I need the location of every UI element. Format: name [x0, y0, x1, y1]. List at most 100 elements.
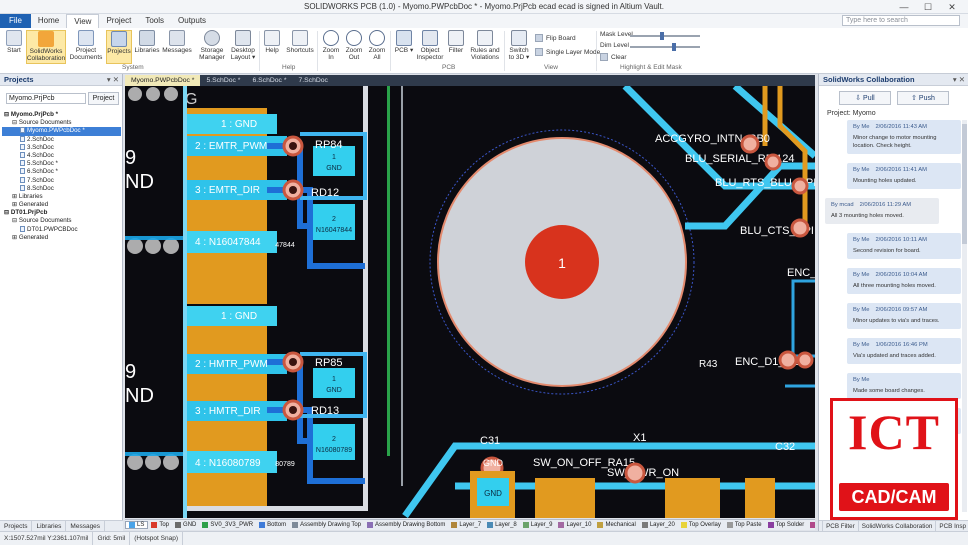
maximize-button[interactable]: ☐: [916, 0, 940, 14]
layer-tab[interactable]: Layer_7: [448, 522, 484, 528]
tree-item[interactable]: ⊟ Source Documents: [2, 119, 121, 127]
rules-and-violations-button[interactable]: Rules and Violations: [468, 30, 502, 64]
tree-item[interactable]: ⊞ Generated: [2, 201, 121, 209]
tab-pcb-inspector[interactable]: PCB Insp: [935, 521, 968, 531]
doc-tab-5[interactable]: 5.SchDoc *: [200, 75, 246, 86]
message-item[interactable]: By Me Made some board changes.: [847, 373, 961, 399]
tab-outputs[interactable]: Outputs: [171, 14, 213, 28]
tree-item[interactable]: ⊞ Generated: [2, 234, 121, 242]
pcb-canvas[interactable]: 9 ND 9 ND G G: [125, 86, 815, 518]
project-documents-button[interactable]: Project Documents: [68, 30, 104, 64]
layer-tab[interactable]: LS: [125, 521, 149, 529]
layer-tab[interactable]: SV0_3V3_PWR: [199, 522, 256, 528]
single-layer-mode-option[interactable]: Single Layer Mode: [535, 48, 600, 56]
shortcuts-button[interactable]: Shortcuts: [285, 30, 315, 64]
tree-item[interactable]: 7.SchDoc: [2, 176, 121, 185]
projects-button[interactable]: Projects: [106, 30, 132, 64]
clear-option[interactable]: Clear: [600, 53, 627, 61]
tree-item[interactable]: 3.SchDoc: [2, 143, 121, 152]
message-item[interactable]: By Me 2/06/2016 11:41 AM Mounting holes up…: [847, 163, 961, 189]
tree-item[interactable]: ⊟ Myomo.PrjPcb *: [2, 111, 121, 119]
doc-tab-6[interactable]: 6.SchDoc *: [246, 75, 292, 86]
group-help: Help: [282, 64, 296, 71]
tree-item[interactable]: 8.SchDoc: [2, 184, 121, 193]
object-inspector-button[interactable]: Object Inspector: [416, 30, 444, 64]
layer-tab[interactable]: Top Solder: [765, 522, 808, 528]
mask-level-slider[interactable]: [630, 32, 700, 40]
layer-tab[interactable]: Layer_9: [520, 522, 556, 528]
layer-tab[interactable]: Assembly Drawing Bottom: [364, 522, 448, 528]
tab-messages[interactable]: Messages: [66, 521, 106, 531]
tab-tools[interactable]: Tools: [138, 14, 171, 28]
layer-tab[interactable]: Layer_10: [555, 522, 594, 528]
layer-tab[interactable]: Mechanical: [594, 522, 638, 528]
tab-file[interactable]: File: [0, 14, 31, 28]
tree-item[interactable]: ⊟ Source Documents: [2, 217, 121, 225]
tab-pcb-filter[interactable]: PCB Filter: [822, 521, 858, 531]
slider-handle[interactable]: [660, 32, 664, 40]
layer-tab[interactable]: Assembly Drawing Top: [289, 522, 364, 528]
message-item[interactable]: By Me 2/06/2016 11:43 AM Minor change to m…: [847, 120, 961, 154]
feed-scrollbar[interactable]: [962, 120, 967, 512]
layer-tab[interactable]: Layer_20: [639, 522, 678, 528]
solidworks-collaboration-button[interactable]: SolidWorks Collaboration: [26, 30, 66, 64]
pad-number: 2: [332, 436, 336, 443]
tree-item[interactable]: ⊞ Libraries: [2, 193, 121, 201]
project-field[interactable]: Myomo.PrjPcb: [6, 93, 86, 104]
layer-tab[interactable]: Top Overlay: [678, 522, 724, 528]
close-button[interactable]: ✕: [940, 0, 964, 14]
storage-manager-button[interactable]: Storage Manager: [196, 30, 228, 64]
tree-item[interactable]: 4.SchDoc: [2, 151, 121, 160]
layer-tab[interactable]: Top Paste: [724, 522, 765, 528]
minimize-button[interactable]: —: [892, 0, 916, 14]
tab-project[interactable]: Project: [99, 14, 138, 28]
net-fragment: 80789: [275, 461, 295, 468]
layer-tab[interactable]: Layer_8: [484, 522, 520, 528]
tab-home[interactable]: Home: [31, 14, 66, 28]
zoom-out-button[interactable]: Zoom Out: [343, 30, 365, 64]
message-item[interactable]: By Me 2/06/2016 09:57 AM Minor updates to …: [847, 303, 961, 329]
tab-libraries[interactable]: Libraries: [32, 521, 67, 531]
libraries-button[interactable]: Libraries: [134, 30, 160, 64]
filter-button[interactable]: Filter: [446, 30, 466, 64]
collab-bottom-tabs: PCB Filter SolidWorks Collaboration PCB …: [819, 520, 968, 531]
push-button[interactable]: ⇧ Push: [897, 91, 949, 105]
tab-projects[interactable]: Projects: [0, 521, 33, 531]
tree-item[interactable]: 2.SchDoc: [2, 135, 121, 144]
tree-item[interactable]: 6.SchDoc *: [2, 168, 121, 176]
layer-tab[interactable]: Top: [148, 522, 172, 528]
tree-item[interactable]: DT01.PWPCBDoc: [2, 225, 121, 234]
start-button[interactable]: Start: [3, 30, 25, 64]
scrollbar-thumb[interactable]: [962, 124, 967, 244]
doc-tab-7[interactable]: 7.SchDoc: [292, 75, 333, 86]
slider-handle[interactable]: [672, 43, 676, 51]
project-button[interactable]: Project: [88, 92, 119, 105]
tab-solidworks-collaboration[interactable]: SolidWorks Collaboration: [857, 521, 936, 531]
tree-item[interactable]: 5.SchDoc *: [2, 160, 121, 168]
pcb-button[interactable]: PCB ▾: [393, 30, 415, 64]
tree-item[interactable]: Myomo.PWPcbDoc *: [2, 127, 121, 136]
layer-tab[interactable]: Bottom Sold: [807, 522, 815, 528]
message-item[interactable]: By mcad 2/06/2016 11:29 AM All 3 mounting …: [825, 198, 939, 224]
tree-item[interactable]: ⊟ DT01.PrjPcb: [2, 209, 121, 217]
panel-controls[interactable]: ▾ ✕: [953, 74, 965, 86]
search-input[interactable]: Type here to search: [842, 15, 960, 26]
panel-controls[interactable]: ▾ ✕: [107, 74, 119, 86]
desktop-layout-button[interactable]: Desktop Layout ▾: [229, 30, 257, 64]
message-item[interactable]: By Me 2/06/2016 10:04 AM All three mountin…: [847, 268, 961, 294]
message-item[interactable]: By Me 2/06/2016 10:11 AM Second revision f…: [847, 233, 961, 259]
projects-icon: [111, 31, 127, 47]
message-item[interactable]: By Me 1/06/2016 16:46 PM Via's updated and…: [847, 338, 961, 364]
zoom-all-button[interactable]: Zoom All: [366, 30, 388, 64]
tab-view[interactable]: View: [66, 14, 100, 28]
switch-to-3d-button[interactable]: Switch to 3D ▾: [507, 30, 531, 64]
help-button[interactable]: Help: [262, 30, 282, 64]
pull-button[interactable]: ⇩ Pull: [839, 91, 891, 105]
messages-button[interactable]: Messages: [162, 30, 192, 64]
doc-tab-pcb[interactable]: Myomo.PWPcbDoc *: [125, 75, 201, 86]
zoom-in-button[interactable]: Zoom In: [320, 30, 342, 64]
layer-tab[interactable]: GND: [172, 522, 199, 528]
layer-tab[interactable]: Bottom: [256, 522, 289, 528]
flip-board-option[interactable]: Flip Board: [535, 34, 576, 42]
dim-level-slider[interactable]: [630, 43, 700, 51]
